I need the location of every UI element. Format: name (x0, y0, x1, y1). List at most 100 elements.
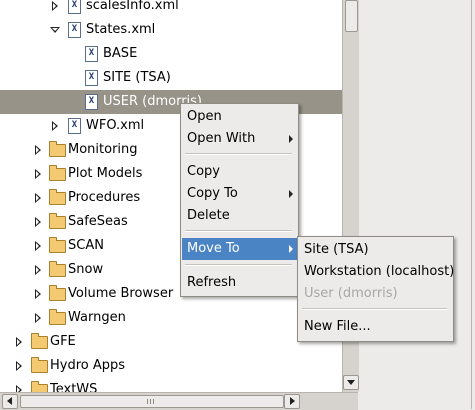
menu-item-move-to[interactable]: Move To (182, 238, 297, 260)
menu-item-label: Move To (187, 241, 240, 256)
tree-item-hydro-apps[interactable]: Hydro Apps (0, 354, 342, 378)
tree-item-label: States.xml (86, 22, 156, 37)
tree-item-label: TextWS (50, 382, 98, 392)
menu-item-label: Delete (187, 208, 230, 223)
expand-arrow-icon[interactable] (35, 145, 41, 155)
tree-item-label: WFO.xml (86, 118, 145, 133)
submenu-item-user-dmorris: User (dmorris) (299, 283, 452, 305)
menu-item-open[interactable]: Open (182, 106, 297, 128)
menu-separator (185, 230, 292, 232)
expand-arrow-icon[interactable] (35, 289, 41, 299)
tree-item-label: Warngen (68, 310, 126, 325)
horizontal-scroll-thumb[interactable] (20, 395, 284, 408)
tree-item-states-xml[interactable]: X States.xml (0, 18, 342, 42)
context-menu[interactable]: Open Open With Copy Copy To Delete Move … (180, 103, 299, 297)
xml-file-icon: X (68, 0, 81, 14)
folder-icon (49, 309, 66, 325)
expand-arrow-icon[interactable] (16, 337, 22, 347)
menu-item-open-with[interactable]: Open With (182, 128, 297, 150)
submenu-arrow-icon (289, 245, 293, 253)
tree-item-label: Snow (68, 262, 104, 277)
menu-item-label: Copy To (187, 186, 238, 201)
grip-line (153, 399, 154, 404)
menu-separator (185, 264, 292, 266)
tree-item-site-tsa[interactable]: X SITE (TSA) (0, 66, 342, 90)
menu-item-copy[interactable]: Copy (182, 161, 297, 183)
scroll-right-button[interactable] (284, 394, 300, 409)
expand-arrow-icon[interactable] (35, 313, 41, 323)
xml-file-icon: X (85, 70, 98, 86)
tree-item-label: Procedures (68, 190, 141, 205)
folder-icon (49, 141, 66, 157)
tree-item-label: Monitoring (68, 142, 138, 157)
arrow-left-icon (7, 397, 12, 405)
folder-icon (31, 381, 48, 392)
xml-file-icon: X (85, 94, 98, 110)
scroll-down-button[interactable] (343, 375, 359, 390)
menu-item-copy-to[interactable]: Copy To (182, 183, 297, 205)
expand-arrow-icon[interactable] (35, 169, 41, 179)
menu-item-label: Open (187, 109, 222, 124)
tree-item-gfe[interactable]: GFE (0, 330, 342, 354)
grip-line (150, 399, 151, 404)
submenu-item-site-tsa[interactable]: Site (TSA) (299, 239, 452, 261)
xml-file-icon: X (68, 118, 81, 134)
folder-icon (49, 213, 66, 229)
expand-arrow-icon[interactable] (52, 1, 58, 11)
folder-icon (49, 189, 66, 205)
menu-item-label: Site (TSA) (304, 242, 369, 257)
expand-arrow-icon[interactable] (35, 193, 41, 203)
tree-item-label: SITE (TSA) (103, 70, 171, 85)
menu-item-label: New File... (304, 319, 371, 334)
folder-icon (31, 357, 48, 373)
arrow-right-icon (290, 397, 295, 405)
menu-separator (185, 153, 292, 155)
arrow-down-icon (347, 380, 355, 385)
submenu-arrow-icon (289, 135, 293, 143)
folder-icon (49, 285, 66, 301)
expand-arrow-icon[interactable] (16, 361, 22, 371)
tree-item-textws[interactable]: TextWS (0, 378, 342, 392)
adjacent-panel (359, 0, 475, 409)
tree-item-label: BASE (103, 46, 138, 61)
expand-arrow-icon[interactable] (35, 217, 41, 227)
tree-item-label: Plot Models (68, 166, 143, 181)
horizontal-scrollbar[interactable] (0, 392, 358, 410)
menu-item-label: User (dmorris) (304, 286, 398, 301)
menu-item-label: Open With (187, 131, 256, 146)
menu-item-delete[interactable]: Delete (182, 205, 297, 227)
expand-arrow-icon[interactable] (16, 385, 22, 392)
tree-item-base[interactable]: X BASE (0, 42, 342, 66)
expand-arrow-icon[interactable] (52, 121, 58, 131)
tree-item-label: SCAN (68, 238, 104, 253)
menu-item-label: Refresh (187, 275, 237, 290)
tree-item-label: GFE (50, 334, 76, 349)
menu-item-label: Copy (187, 164, 220, 179)
expand-arrow-icon[interactable] (35, 265, 41, 275)
tree-item-label: SafeSeas (68, 214, 128, 229)
submenu-item-new-file[interactable]: New File... (299, 316, 452, 338)
menu-item-refresh[interactable]: Refresh (182, 272, 297, 294)
submenu-item-workstation[interactable]: Workstation (localhost) (299, 261, 455, 283)
collapse-arrow-icon[interactable] (50, 27, 60, 33)
menu-separator (302, 308, 447, 310)
folder-icon (49, 165, 66, 181)
xml-file-icon: X (85, 46, 98, 62)
tree-item-label: scalesInfo.xml (86, 0, 179, 13)
submenu-arrow-icon (289, 190, 293, 198)
scroll-left-button[interactable] (2, 394, 18, 409)
move-to-submenu[interactable]: Site (TSA) Workstation (localhost) User … (297, 236, 454, 342)
menu-item-label: Workstation (localhost) (304, 264, 455, 279)
tree-item-label: Volume Browser (68, 286, 174, 301)
folder-icon (49, 237, 66, 253)
expand-arrow-icon[interactable] (35, 241, 41, 251)
panel-border (471, 0, 472, 409)
folder-icon (31, 333, 48, 349)
grip-line (147, 399, 148, 404)
folder-icon (49, 261, 66, 277)
tree-item-label: Hydro Apps (50, 358, 126, 373)
tree-item-scalesinfo-xml[interactable]: X scalesInfo.xml (0, 0, 342, 18)
vertical-scroll-thumb[interactable] (345, 0, 358, 32)
xml-file-icon: X (68, 22, 81, 38)
tree-item-warngen[interactable]: Warngen (0, 306, 342, 330)
